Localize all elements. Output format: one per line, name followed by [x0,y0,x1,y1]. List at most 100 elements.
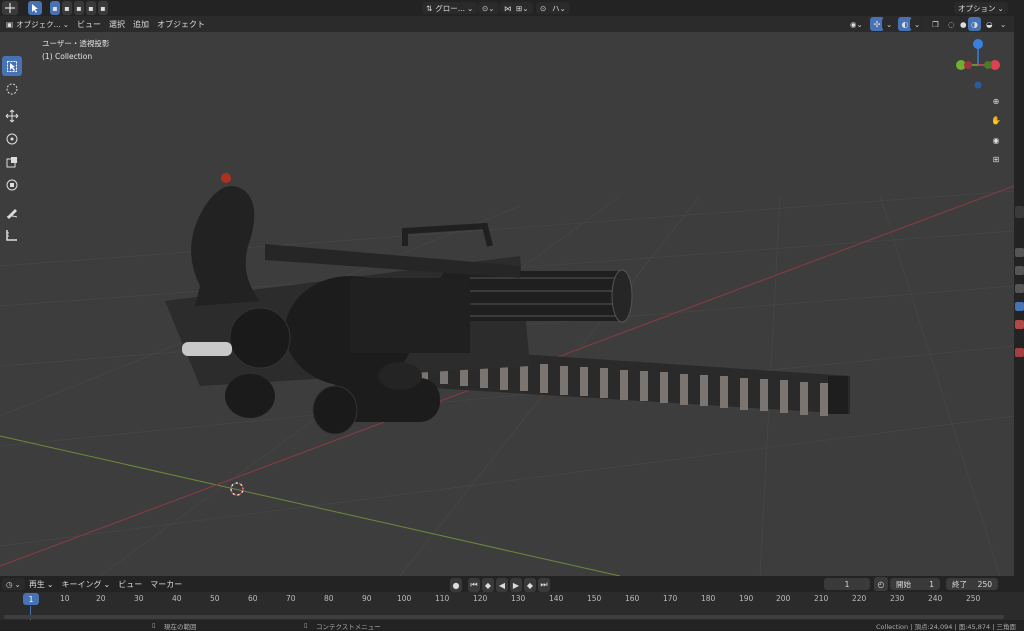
chevron-down-icon: ⌄ [46,579,54,589]
gizmo-dropdown[interactable]: ⌄ [882,18,897,30]
select-tool-button[interactable] [2,56,22,76]
output-properties-tab[interactable] [1015,266,1024,275]
end-frame-value: 250 [977,579,992,589]
hand-icon: ✋ [991,115,1001,125]
render-properties-tab[interactable] [1015,248,1024,257]
record-button[interactable]: ● [450,578,462,592]
play-reverse-button[interactable]: ◀ [496,578,508,592]
transform-orientation-dropdown[interactable]: ⇅ グロー... ⌄ [422,2,478,14]
select-invert-button[interactable]: ▪ [86,1,96,15]
play-button[interactable]: ▶ [510,578,522,592]
grid-icon: ⊞ [992,154,1000,164]
scene-properties-tab[interactable] [1015,302,1024,311]
start-frame-label: 開始 [896,579,911,589]
xray-toggle[interactable]: ❐ [928,18,943,30]
select-extend-button[interactable]: ▪ [62,1,72,15]
ortho-toggle-button[interactable]: ⊞ [987,150,1005,168]
ruler-tick: 10 [60,594,70,603]
ruler-tick: 220 [852,594,867,603]
rotate-tool-button[interactable] [2,129,22,149]
end-frame-field[interactable]: 終了 250 [946,578,998,590]
playback-menu[interactable]: 再生 ⌄ [25,577,58,591]
mouse-right-icon: ▯ [304,621,308,629]
start-frame-value: 1 [929,579,934,589]
ruler-tick: 70 [286,594,296,603]
camera-view-button[interactable]: ◉ [987,131,1005,149]
scale-tool-button[interactable] [2,152,22,172]
menu-object[interactable]: オブジェクト [153,17,209,31]
menu-add[interactable]: 追加 [129,17,153,31]
editor-type-dropdown[interactable]: ◷ ⌄ [2,578,25,590]
transform-orientation-label: グロー... [435,3,465,13]
ruler-tick: 30 [134,594,144,603]
3d-viewport[interactable]: ユーザー・透視投影 (1) Collection ⊕ ✋ ◉ ⊞ [0,16,1014,576]
jump-start-button[interactable]: ⏮ [468,578,480,592]
pencil-icon [6,209,18,219]
current-frame-indicator[interactable]: 1 [23,593,39,605]
next-keyframe-button[interactable]: ◆ [524,578,536,592]
playback-controls: ● ⏮ ◆ ◀ ▶ ◆ ⏭ [450,578,552,592]
shading-material-button[interactable]: ◑ [968,17,981,31]
timeline-scrollbar[interactable] [4,615,1004,619]
timeline-view-menu[interactable]: ビュー [114,577,146,591]
annotate-tool-button[interactable] [2,202,22,222]
transform-tool-button[interactable] [2,175,22,195]
ruler-tick: 130 [511,594,526,603]
shading-rendered-button[interactable]: ◒ [982,18,997,30]
ruler-icon [6,230,17,241]
play-icon: ▶ [512,580,520,590]
start-frame-field[interactable]: 開始 1 [890,578,940,590]
timeline-area[interactable] [0,606,1024,620]
mode-dropdown[interactable]: ▣ オブジェク... ⌄ [2,18,74,30]
snap-element-dropdown[interactable]: ⊞⌄ [512,2,533,14]
navigation-gizmo[interactable] [956,39,1000,89]
ruler-tick: 140 [549,594,564,603]
visibility-dropdown[interactable]: ◉⌄ [846,18,867,30]
jump-end-button[interactable]: ⏭ [538,578,550,592]
transform-orientation-icon: ⇅ [426,3,433,13]
ruler-tick: 60 [248,594,258,603]
current-frame-field[interactable]: 1 [824,578,870,590]
clock-icon: ◷ [6,579,13,589]
ruler-tick: 180 [701,594,716,603]
select-box-mode-button[interactable] [28,1,42,15]
prev-keyframe-button[interactable]: ◆ [482,578,494,592]
measure-tool-button[interactable] [2,225,22,245]
select-subtract-button[interactable]: ▪ [74,1,84,15]
overlay-dropdown[interactable]: ⌄ [910,18,925,30]
ruler-tick: 150 [587,594,602,603]
menu-view[interactable]: ビュー [73,17,105,31]
preview-range-button[interactable]: ◴ [874,577,888,591]
marker-menu[interactable]: マーカー [146,577,186,591]
neg-x-axis-handle[interactable] [964,61,972,69]
menu-select[interactable]: 選択 [105,17,129,31]
select-new-button[interactable]: ▪ [50,1,60,15]
select-intersect-button[interactable]: ▪ [98,1,108,15]
mode-label: オブジェク... [16,19,61,29]
editor-type-button[interactable] [2,1,18,15]
move-arrows-icon [5,3,15,13]
options-dropdown[interactable]: オプション ⌄ [954,2,1008,14]
pan-button[interactable]: ✋ [987,111,1005,129]
keying-menu[interactable]: キーイング ⌄ [58,577,115,591]
pivot-point-dropdown[interactable]: ⊙⌄ [478,2,499,14]
keying-label: キーイング [61,579,102,589]
frame-ruler[interactable]: 1 10 20 30 40 50 60 70 80 90 100 110 120… [0,592,1024,606]
z-axis-handle[interactable] [973,39,983,49]
cursor-tool-button[interactable] [2,79,22,99]
ruler-tick: 100 [397,594,412,603]
world-properties-tab[interactable] [1015,320,1024,329]
view-layer-properties-tab[interactable] [1015,284,1024,293]
timeline-header: ◷ ⌄ 再生 ⌄ キーイング ⌄ ビュー マーカー ● ⏮ ◆ ◀ ▶ ◆ ⏭ 1 … [0,576,1024,592]
neg-z-axis-handle[interactable] [974,81,982,89]
move-tool-button[interactable] [2,106,22,126]
chevron-down-icon: ⌄ [997,3,1004,13]
tool-properties-tab[interactable] [1015,206,1024,218]
move-icon [5,109,19,123]
zoom-button[interactable]: ⊕ [987,92,1005,110]
falloff-dropdown[interactable]: ハ⌄ [548,2,570,14]
neg-y-axis-handle[interactable] [984,61,992,69]
shading-dropdown[interactable]: ⌄ [996,18,1011,30]
status-bar: ▯ 現在の範囲 ▯ コンテクストメニュー Collection | 頂点:24,… [0,620,1024,631]
texture-properties-tab[interactable] [1015,348,1024,357]
